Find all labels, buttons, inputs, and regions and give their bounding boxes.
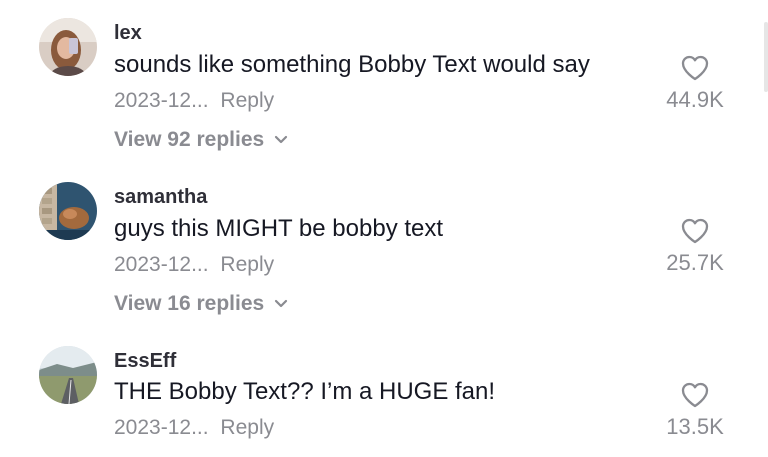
comment-username[interactable]: EssEff: [114, 350, 176, 373]
like-count: 13.5K: [666, 414, 724, 439]
view-replies-label: View 92 replies: [114, 128, 265, 151]
comment-date: 2023-12...: [114, 416, 209, 439]
reply-button[interactable]: Reply: [220, 253, 274, 276]
like-area: 25.7K: [660, 218, 730, 276]
like-area: 44.9K: [660, 55, 730, 113]
like-count: 44.9K: [666, 87, 724, 112]
comment-date: 2023-12...: [114, 89, 209, 112]
like-count: 25.7K: [666, 250, 724, 275]
comment-text: guys this MIGHT be bobby text: [114, 215, 444, 242]
view-replies-label: View 16 replies: [114, 292, 265, 315]
reply-button[interactable]: Reply: [220, 89, 274, 112]
reply-button[interactable]: Reply: [220, 416, 274, 439]
comment-username[interactable]: samantha: [114, 186, 207, 209]
comment-username[interactable]: lex: [114, 22, 142, 45]
avatar[interactable]: [39, 182, 97, 240]
avatar[interactable]: [39, 346, 97, 404]
like-area: 13.5K: [660, 382, 730, 440]
heart-outline-icon[interactable]: [681, 218, 709, 244]
comment-meta: 2023-12... Reply: [114, 89, 274, 113]
chevron-down-icon: [275, 135, 288, 144]
scrollbar[interactable]: [764, 22, 768, 92]
comment-text: THE Bobby Text?? I’m a HUGE fan!: [114, 378, 496, 405]
heart-outline-icon[interactable]: [681, 382, 709, 408]
comment-meta: 2023-12... Reply: [114, 253, 274, 277]
view-replies-button[interactable]: View 92 replies: [114, 128, 288, 152]
heart-outline-icon[interactable]: [681, 55, 709, 81]
comment-meta: 2023-12... Reply: [114, 416, 274, 440]
avatar[interactable]: [39, 18, 97, 76]
comment-text: sounds like something Bobby Text would s…: [114, 51, 590, 78]
comment-date: 2023-12...: [114, 253, 209, 276]
view-replies-button[interactable]: View 16 replies: [114, 292, 288, 316]
chevron-down-icon: [275, 299, 288, 308]
